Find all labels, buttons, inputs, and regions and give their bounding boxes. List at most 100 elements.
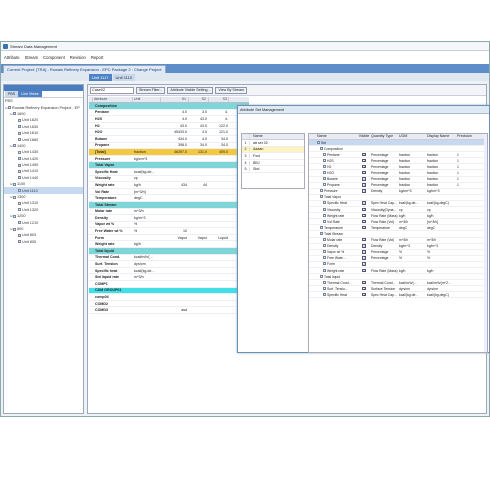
attribute-set-row[interactable]: 2 Aaaan — [242, 146, 304, 154]
quantity-type-cell[interactable]: Thermal Cond... — [371, 281, 399, 285]
table-row[interactable]: H2S 4.0 43.0 4. — [89, 116, 249, 123]
attribute-cell[interactable]: Butane — [93, 137, 133, 141]
quantity-type-cell[interactable]: Surface Tension — [371, 287, 399, 291]
uom-cell[interactable]: % — [399, 250, 427, 254]
attribute-cell[interactable]: H2O — [93, 130, 133, 134]
display-name-cell[interactable]: m^3/h — [427, 238, 457, 242]
visible-checkbox[interactable]: ✓ — [362, 201, 366, 205]
uom-cell[interactable]: fraction — [399, 177, 427, 181]
uom-cell[interactable]: m^3/h — [399, 220, 427, 224]
attribute-set-name[interactable]: Aaaan — [250, 147, 263, 151]
visible-cell[interactable]: ✓ — [357, 244, 371, 248]
grid-section-row[interactable]: Total liquid — [89, 248, 249, 255]
tree-header-display-name[interactable]: Display Name — [427, 134, 457, 139]
tab-unit-1110[interactable]: Unit 1110 — [112, 74, 136, 81]
visible-checkbox[interactable]: ✓ — [362, 177, 366, 181]
tree-header-visible[interactable]: Visible — [357, 134, 371, 139]
attribute-cell[interactable]: Std liquid rate — [93, 275, 133, 279]
grid-header-s3[interactable]: S3 — [209, 97, 229, 102]
grid-header-attribute[interactable]: Attribute — [93, 97, 133, 102]
visible-checkbox[interactable]: ✓ — [362, 244, 366, 248]
attribute-set-name[interactable]: BBJ — [250, 161, 260, 165]
attribute-cell[interactable]: Thermal Cond. — [93, 255, 133, 259]
visible-cell[interactable]: ✓ — [357, 152, 371, 157]
visible-cell[interactable]: ✓ — [357, 262, 371, 266]
unit-cell[interactable]: kcal/m/h/(... — [133, 255, 161, 259]
table-row[interactable]: [Total] fraction 46397.0 131.0 409.0 — [89, 149, 249, 156]
table-row[interactable]: Temperature degC — [89, 195, 249, 202]
tree-header-precision[interactable]: Precision — [457, 134, 477, 139]
quantity-type-cell[interactable]: Temperature — [371, 226, 399, 230]
s2-cell[interactable]: Vapor — [189, 236, 209, 240]
grid-section-row[interactable]: CDM GROUP01 — [89, 287, 249, 295]
table-row[interactable]: Propane 398.0 34.0 34.0 — [89, 143, 249, 150]
s3-cell[interactable]: 409.0 — [209, 150, 229, 154]
table-row[interactable]: Std liquid rate m^3/h — [89, 274, 249, 282]
visible-cell[interactable]: ✓ — [357, 177, 371, 181]
menu-item-component[interactable]: Component — [43, 55, 65, 60]
tab-pbs[interactable]: PBS — [5, 91, 19, 97]
table-row[interactable]: COMD2 — [89, 301, 249, 308]
visible-checkbox[interactable]: ✓ — [362, 238, 366, 242]
uom-cell[interactable]: fraction — [399, 165, 427, 169]
attribute-cell[interactable]: Temperature — [93, 196, 133, 200]
attribute-cell[interactable]: Molar rate — [93, 209, 133, 213]
s1-cell[interactable]: Vapor — [161, 236, 189, 240]
grid-header-s1[interactable]: S1 — [161, 97, 189, 102]
display-name-cell[interactable]: [m^3/h] — [427, 220, 457, 224]
attribute-set-row[interactable]: 5 Sbd — [242, 166, 304, 173]
s1-cell[interactable]: asd — [161, 308, 189, 312]
s3-cell[interactable]: 4. — [209, 117, 229, 121]
s1-cell[interactable]: 434.0 — [161, 137, 189, 141]
s2-cell[interactable]: 44 — [189, 183, 209, 187]
quantity-type-cell[interactable]: Flow Rate (Vol) — [371, 220, 399, 224]
unit-cell[interactable]: % — [133, 229, 161, 233]
attribute-visible-setting-button[interactable]: Attribute Visible Setting... — [167, 86, 214, 94]
vertical-scrollbar[interactable] — [484, 134, 487, 352]
table-row[interactable]: Butane 434.0 4.0 34.0 — [89, 136, 249, 143]
visible-cell[interactable]: ✓ — [357, 158, 371, 163]
tree-header-uom[interactable]: UOM — [399, 134, 427, 139]
quantity-type-cell[interactable]: Percentage — [371, 153, 399, 157]
uom-cell[interactable]: kg/m^3 — [399, 244, 427, 248]
grid-section-row[interactable]: Composition — [89, 103, 249, 110]
attribute-set-name[interactable]: att set 02 — [250, 141, 268, 145]
quantity-type-cell[interactable]: Percentage — [371, 256, 399, 260]
visible-checkbox[interactable]: ✓ — [362, 152, 366, 156]
stream-filter-button[interactable]: Stream Filter... — [136, 86, 166, 94]
table-row[interactable]: H2 43.0 43.0 122.0 — [89, 123, 249, 130]
uom-cell[interactable]: degC — [399, 226, 427, 230]
precision-cell[interactable]: 1 — [457, 171, 477, 175]
attribute-cell[interactable]: Density — [93, 216, 133, 220]
display-name-cell[interactable]: fraction — [427, 165, 457, 169]
quantity-type-cell[interactable]: Density — [371, 244, 399, 248]
visible-checkbox[interactable]: ✓ — [362, 171, 366, 175]
display-name-cell[interactable]: fraction — [427, 183, 457, 187]
unit-cell[interactable]: fraction — [133, 150, 161, 154]
visible-checkbox[interactable]: ✓ — [362, 164, 366, 169]
visible-checkbox[interactable]: ✓ — [362, 225, 366, 230]
attribute-set-row[interactable]: 4 BBJ — [242, 160, 304, 167]
table-row[interactable]: Free Water wt %% 10 — [89, 228, 249, 235]
attribute-cell[interactable]: Total liquid — [93, 249, 133, 253]
visible-cell[interactable]: ✓ — [357, 286, 371, 291]
unit-cell[interactable]: [m^3/h] — [133, 190, 161, 194]
s1-cell[interactable]: 10 — [161, 229, 189, 233]
display-name-cell[interactable]: kg/cm^3 — [427, 189, 457, 193]
unit-cell[interactable]: m^3/h — [133, 209, 161, 213]
quantity-type-cell[interactable]: Percentage — [371, 159, 399, 163]
visible-cell[interactable]: ✓ — [357, 183, 371, 187]
attribute-set-row[interactable]: 1 att set 02 — [242, 140, 304, 147]
display-name-cell[interactable]: kcal/(kg.degC) — [427, 201, 457, 205]
attribute-tree-row[interactable]: Specific Heat ✓ Spec Heat Cap... kcal/(kg.d… — [309, 292, 487, 299]
attribute-set-name[interactable]: Fwd — [250, 154, 260, 158]
grid-section-row[interactable]: Total Vapor — [89, 162, 249, 169]
uom-cell[interactable]: kg/h — [399, 269, 427, 273]
s1-cell[interactable]: 4.0 — [161, 110, 189, 114]
quantity-type-cell[interactable]: Density — [371, 189, 399, 193]
s2-cell[interactable]: 4.0 — [189, 137, 209, 141]
attribute-cell[interactable]: Total Stream — [93, 203, 133, 207]
attribute-cell[interactable]: CDM GROUP01 — [93, 288, 133, 292]
unit-cell[interactable]: kg/h — [133, 242, 161, 246]
grid-header-s2[interactable]: S2 — [189, 97, 209, 102]
